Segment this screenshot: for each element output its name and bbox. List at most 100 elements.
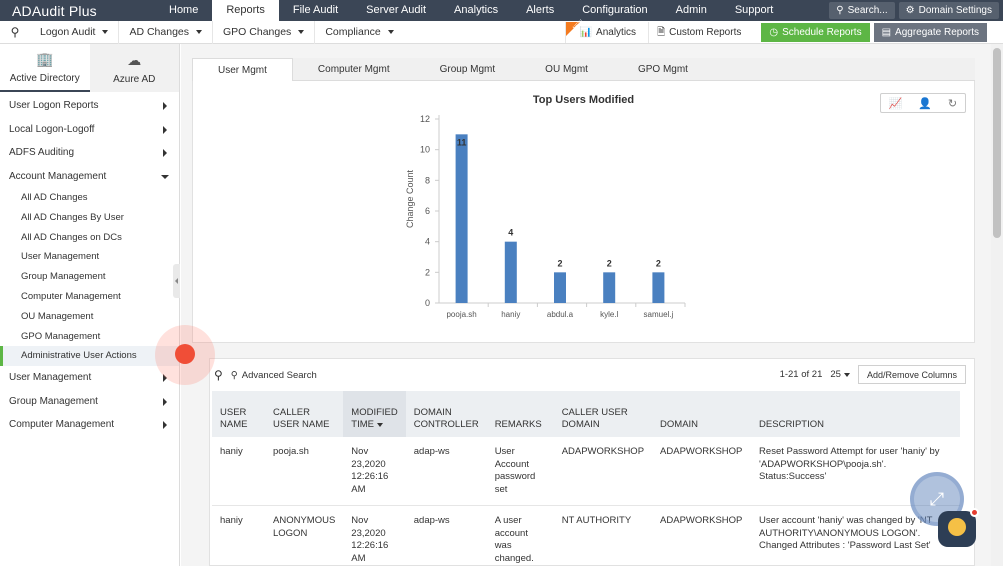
sidebar-item-all-ad-changes[interactable]: All AD Changes — [0, 188, 179, 208]
x-tick-label: pooja.sh — [446, 310, 476, 319]
advanced-search-icon: ⚲ — [230, 369, 238, 381]
schedule-reports-button[interactable]: ◷ Schedule Reports — [761, 23, 870, 42]
sidebar-section-adfs[interactable]: ADFS Auditing — [0, 141, 179, 165]
menu-compliance[interactable]: Compliance — [315, 21, 403, 44]
cell-caller-user-name: pooja.sh — [265, 437, 344, 506]
sidebar-tabs: 🏢 Active Directory ☁ Azure AD — [0, 44, 179, 92]
col-user-name[interactable]: USER NAME — [212, 391, 265, 437]
nav-server-audit[interactable]: Server Audit — [352, 0, 440, 21]
sidebar-section-label: ADFS Auditing — [9, 147, 75, 158]
sidebar-section-user-logon[interactable]: User Logon Reports — [0, 94, 179, 118]
tab-active-directory[interactable]: 🏢 Active Directory — [0, 44, 90, 92]
sidebar-section-computer-mgmt[interactable]: Computer Management — [0, 413, 179, 437]
cell-modified-time: Nov 23,2020 12:26:16 AM — [343, 505, 406, 566]
global-search-button[interactable]: ⚲ Search... — [829, 2, 895, 19]
nav-alerts[interactable]: Alerts — [512, 0, 568, 21]
sidebar-section-label: Group Management — [9, 395, 98, 407]
nav-support[interactable]: Support — [721, 0, 788, 21]
tab-active-directory-label: Active Directory — [9, 72, 80, 84]
table-row[interactable]: haniy ANONYMOUS LOGON Nov 23,2020 12:26:… — [212, 505, 960, 566]
app-logo: ADAudit Plus — [12, 2, 97, 19]
sidebar-section-user-mgmt[interactable]: User Management — [0, 366, 179, 390]
sidebar-item-user-management[interactable]: User Management — [0, 247, 179, 267]
add-remove-columns-button[interactable]: Add/Remove Columns — [857, 365, 966, 384]
report-search-icon[interactable]: ⚲ — [0, 25, 30, 39]
sidebar-collapse-handle[interactable] — [173, 264, 180, 298]
bar-abdul.a — [554, 272, 566, 303]
sidebar-section-local-logon[interactable]: Local Logon-Logoff — [0, 118, 179, 142]
tab-gpo-mgmt[interactable]: GPO Mgmt — [613, 58, 713, 81]
chart-type-icon[interactable]: 📈 — [889, 97, 903, 110]
refresh-icon[interactable]: ↻ — [948, 97, 957, 110]
sidebar-item-computer-management[interactable]: Computer Management — [0, 287, 179, 307]
top-nav: Home Reports File Audit Server Audit Ana… — [155, 0, 787, 21]
cell-user-name: haniy — [212, 505, 265, 566]
tab-ou-mgmt[interactable]: OU Mgmt — [520, 58, 613, 81]
gear-icon: ⚙ — [905, 5, 915, 16]
custom-reports-link[interactable]: 🗎 Custom Reports — [648, 22, 749, 43]
sidebar-item-all-ad-changes-on-dcs[interactable]: All AD Changes on DCs — [0, 228, 179, 248]
tab-user-mgmt[interactable]: User Mgmt — [192, 58, 293, 81]
chevron-right-icon — [163, 125, 167, 134]
sidebar-section-label: Account Management — [9, 170, 107, 182]
nav-admin[interactable]: Admin — [662, 0, 721, 21]
cell-remarks: A user account was changed. — [486, 505, 554, 566]
tab-computer-mgmt[interactable]: Computer Mgmt — [293, 58, 415, 81]
col-modified-time[interactable]: MODIFIED TIME — [343, 391, 406, 437]
table-search-icon[interactable]: ⚲ — [214, 368, 223, 382]
sidebar-item-gpo-management[interactable]: GPO Management — [0, 327, 179, 347]
domain-settings-label: Domain Settings — [918, 5, 992, 16]
chevron-down-icon — [196, 30, 203, 34]
nav-file-audit[interactable]: File Audit — [279, 0, 352, 21]
col-caller-user-name[interactable]: CALLER USER NAME — [265, 391, 344, 437]
y-tick-label: 4 — [425, 237, 430, 247]
table-row[interactable]: haniy pooja.sh Nov 23,2020 12:26:16 AM a… — [212, 437, 960, 506]
advanced-search-link[interactable]: ⚲ Advanced Search — [231, 370, 317, 381]
nav-reports[interactable]: Reports — [212, 0, 279, 21]
y-tick-label: 2 — [425, 267, 430, 277]
page-scrollbar[interactable] — [991, 44, 1003, 566]
menu-gpo-changes[interactable]: GPO Changes — [213, 20, 316, 44]
chart-card: 0 2 4 6 8 10 12 Change Count 11 pooja.sh 4 haniy 2 ab… — [192, 81, 975, 343]
nav-home[interactable]: Home — [155, 0, 212, 21]
nav-analytics[interactable]: Analytics — [440, 0, 512, 21]
y-tick-label: 8 — [425, 175, 430, 185]
domain-settings-button[interactable]: ⚙ Domain Settings — [898, 2, 999, 19]
scrollbar-thumb[interactable] — [993, 48, 1001, 238]
chevron-right-icon — [163, 149, 167, 157]
tab-azure-ad[interactable]: ☁ Azure AD — [89, 44, 179, 92]
menu-logon-audit[interactable]: Logon Audit — [30, 20, 120, 44]
top-navbar: ADAudit Plus Home Reports File Audit Ser… — [0, 0, 1003, 21]
col-caller-user-domain[interactable]: CALLER USER DOMAIN — [553, 391, 653, 437]
sidebar-section-group-mgmt[interactable]: Group Management — [0, 390, 179, 414]
sub-right-actions: NEW 📊 Analytics 🗎 Custom Reports ◷ Sched… — [564, 19, 987, 44]
col-domain-controller[interactable]: DOMAIN CONTROLLER — [405, 391, 487, 437]
sidebar-item-all-ad-changes-by-user[interactable]: All AD Changes By User — [0, 208, 179, 228]
menu-ad-changes[interactable]: AD Changes — [119, 20, 214, 44]
sidebar-item-administrative-user-actions[interactable]: Administrative User Actions — [0, 346, 179, 367]
chatbot-button[interactable] — [938, 508, 979, 547]
page-size-select[interactable]: 25 — [830, 369, 850, 380]
sidebar-section-account-mgmt[interactable]: Account Management — [0, 165, 179, 189]
aggregate-icon: ▤ — [881, 27, 892, 38]
sidebar-item-group-management[interactable]: Group Management — [0, 267, 179, 287]
analytics-link[interactable]: NEW 📊 Analytics — [564, 19, 644, 43]
menu-ad-changes-label: AD Changes — [129, 25, 190, 38]
aggregate-reports-button[interactable]: ▤ Aggregate Reports — [873, 23, 987, 42]
nav-configuration[interactable]: Configuration — [568, 0, 661, 21]
chevron-down-icon — [161, 174, 169, 179]
cell-caller-user-domain: ADAPWORKSHOP — [553, 437, 653, 506]
col-domain[interactable]: DOMAIN — [652, 391, 752, 437]
chevron-down-icon — [387, 30, 394, 34]
tab-group-mgmt[interactable]: Group Mgmt — [415, 58, 521, 81]
main-content: User Mgmt Computer Mgmt Group Mgmt OU Mg… — [181, 44, 991, 566]
bar-chart: 0 2 4 6 8 10 12 Change Count 11 pooja.sh 4 haniy 2 ab… — [405, 114, 686, 319]
col-description[interactable]: DESCRIPTION — [751, 391, 960, 437]
sidebar-section-label: Local Logon-Logoff — [9, 123, 95, 135]
x-tick-label: haniy — [501, 310, 520, 319]
cell-domain: ADAPWORKSHOP — [652, 437, 752, 506]
col-remarks[interactable]: REMARKS — [486, 391, 554, 437]
cloud-icon: ☁ — [127, 51, 142, 68]
user-filter-icon[interactable]: 👤 — [918, 97, 932, 110]
sidebar-item-ou-management[interactable]: OU Management — [0, 307, 179, 327]
